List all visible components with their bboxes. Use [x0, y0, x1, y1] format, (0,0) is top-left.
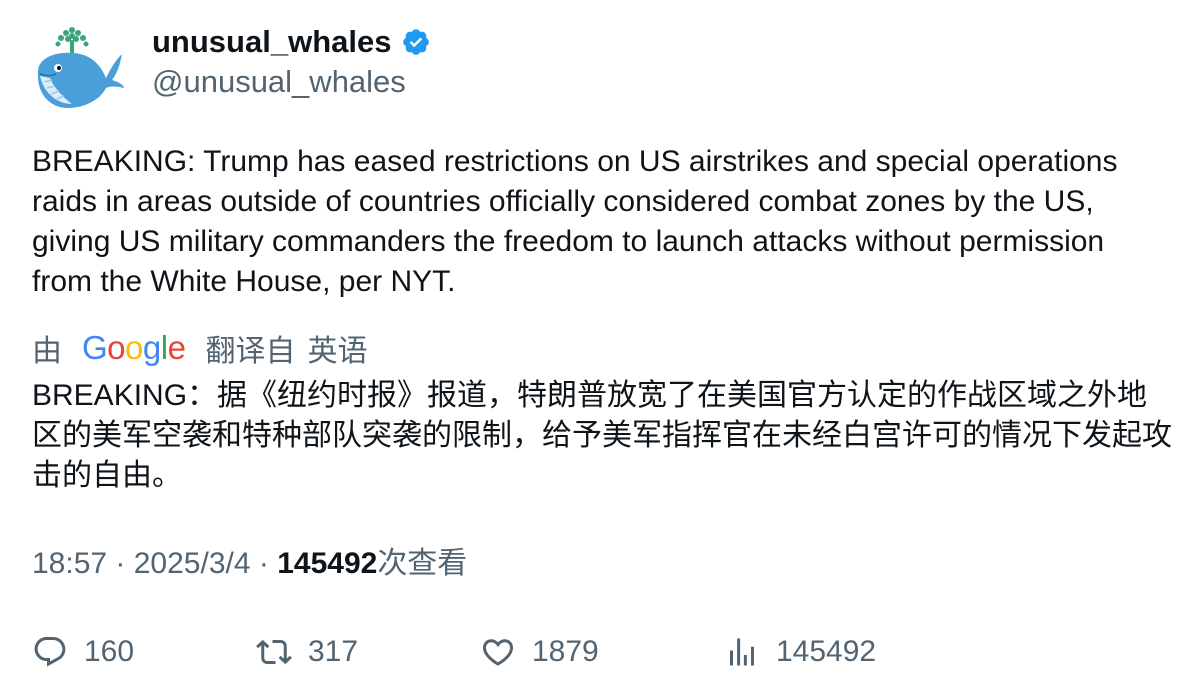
author-handle[interactable]: @unusual_whales [152, 62, 406, 102]
retweet-icon [256, 639, 292, 665]
views-count: 145492 [277, 547, 378, 580]
views-label: 次查看 [377, 547, 468, 580]
verified-badge-icon [403, 29, 430, 55]
tweet-date[interactable]: 2025/3/4 [134, 544, 251, 584]
meta-separator: · [250, 547, 278, 580]
google-logo: Google [82, 329, 186, 366]
views-action-count: 145492 [776, 635, 877, 668]
meta-separator: · [107, 547, 134, 580]
reply-icon [34, 637, 66, 667]
translation-attribution: 由 Google 翻译自 英语 [32, 328, 367, 368]
translation-suffix: 翻译自 [205, 335, 296, 368]
tweet-time[interactable]: 18:57 [32, 544, 107, 584]
whale-icon [37, 27, 124, 108]
author-name-row[interactable]: unusual_whales [152, 22, 431, 62]
like-count: 1879 [532, 635, 599, 668]
translation-source-language: 英语 [307, 335, 368, 368]
heart-icon [482, 639, 514, 666]
translated-text: BREAKING：据《纽约时报》报道，特朗普放宽了在美国官方认定的作战区域之外地… [32, 379, 1172, 492]
reply-button[interactable]: 160 [32, 630, 134, 674]
reply-count: 160 [84, 635, 135, 668]
retweet-button[interactable]: 317 [256, 630, 358, 674]
views-button[interactable]: 145492 [724, 630, 876, 674]
tweet-text: BREAKING: Trump has eased restrictions o… [32, 145, 1118, 298]
translation-prefix: 由 [32, 335, 62, 368]
like-button[interactable]: 1879 [480, 630, 599, 674]
analytics-icon [730, 638, 754, 666]
retweet-count: 317 [308, 635, 359, 668]
tweet-meta: 18:57 · 2025/3/4 · 145492 次查看 [32, 544, 467, 584]
action-bar: 160 317 1879 145492 [32, 630, 1172, 674]
avatar[interactable] [30, 24, 126, 114]
author-display-name[interactable]: unusual_whales [152, 22, 391, 62]
